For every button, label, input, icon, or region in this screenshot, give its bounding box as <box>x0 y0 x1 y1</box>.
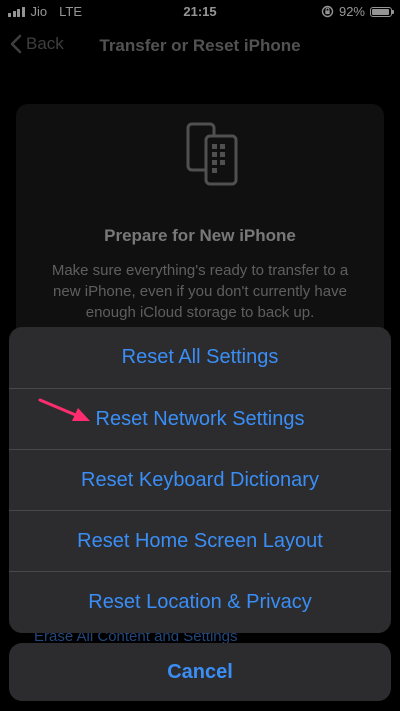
cancel-button[interactable]: Cancel <box>9 643 391 701</box>
reset-all-settings-option[interactable]: Reset All Settings <box>9 327 391 388</box>
reset-action-sheet: Reset All Settings Reset Network Setting… <box>9 327 391 633</box>
reset-location-privacy-option[interactable]: Reset Location & Privacy <box>9 571 391 632</box>
reset-home-screen-layout-option[interactable]: Reset Home Screen Layout <box>9 510 391 571</box>
reset-keyboard-dictionary-option[interactable]: Reset Keyboard Dictionary <box>9 449 391 510</box>
pointer-arrow-icon <box>38 398 90 421</box>
